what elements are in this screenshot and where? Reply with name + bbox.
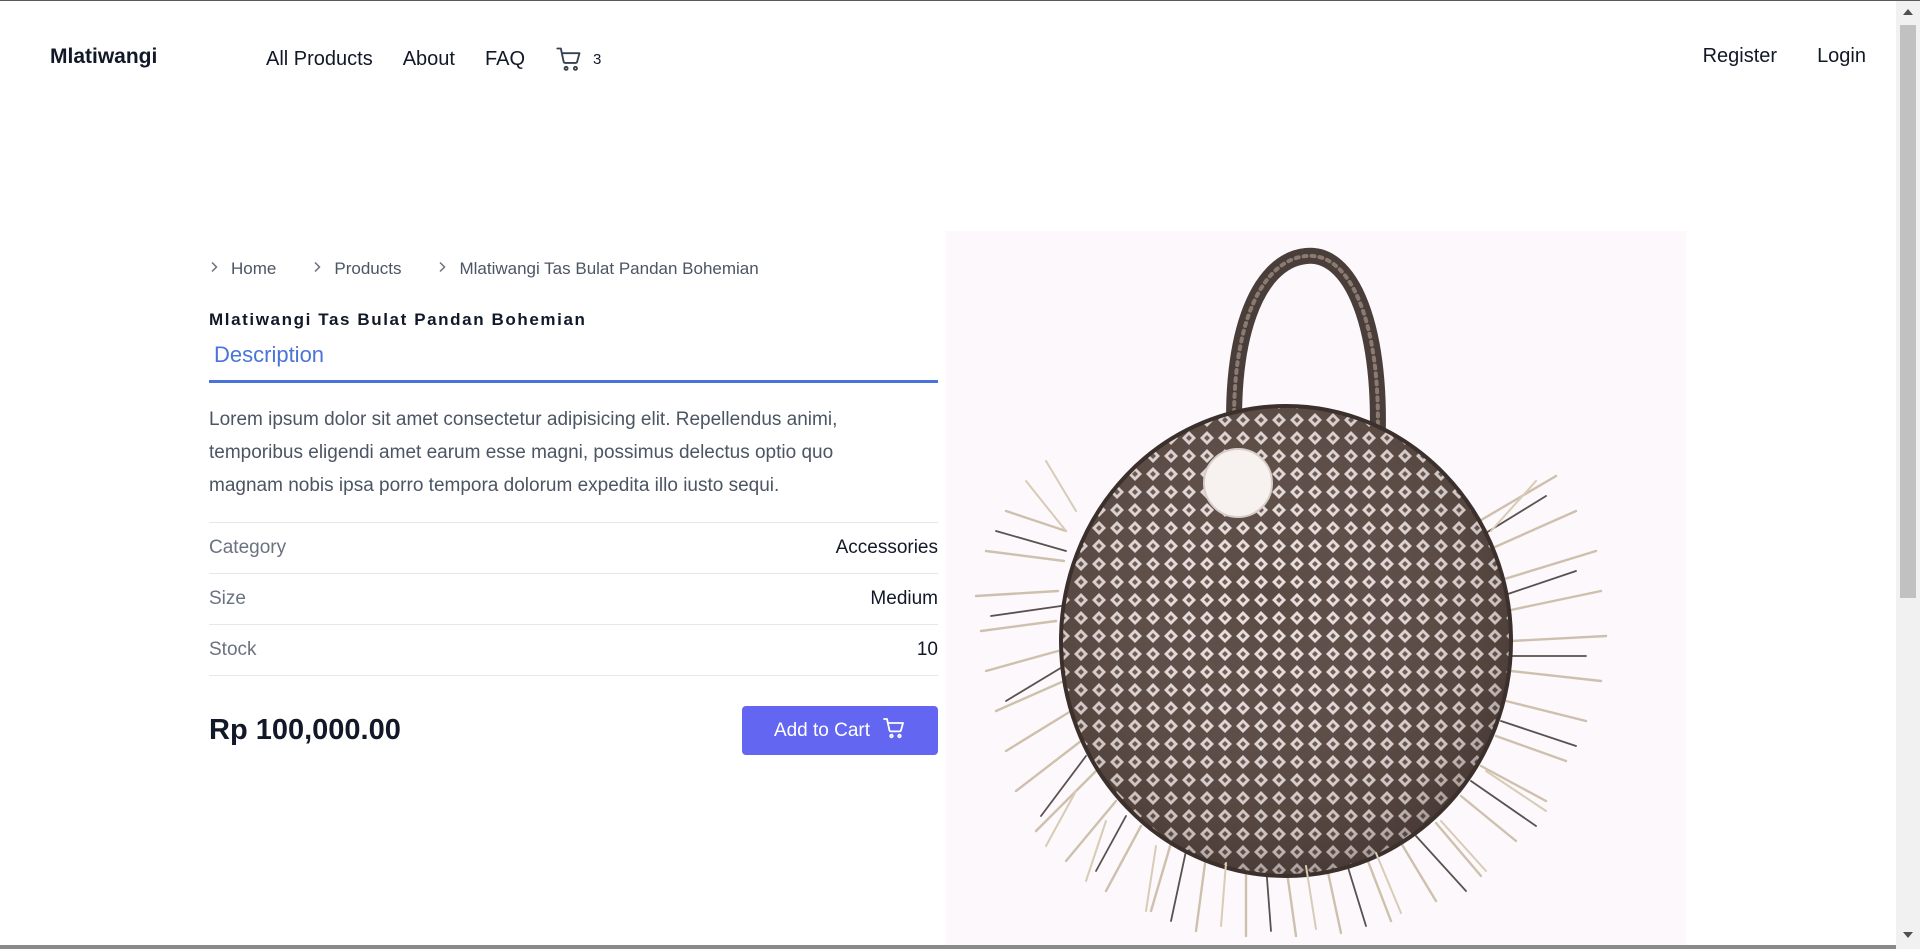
nav-cart[interactable]: 3	[555, 45, 601, 73]
breadcrumb-products[interactable]: Products	[334, 259, 401, 279]
product-description: Lorem ipsum dolor sit amet consectetur a…	[209, 409, 838, 496]
spec-label: Stock	[209, 639, 257, 660]
login-link[interactable]: Login	[1817, 45, 1866, 68]
spec-table: Category Accessories Size Medium Stock 1…	[209, 522, 938, 676]
spec-value: Medium	[870, 588, 938, 609]
scroll-up-arrow-icon[interactable]	[1903, 9, 1913, 15]
cart-count-badge: 3	[593, 50, 602, 68]
woven-round-bag-image	[974, 247, 1608, 938]
product-details: Home Products Mlatiwangi Tas Bulat Panda…	[209, 259, 938, 755]
nav-faq[interactable]: FAQ	[485, 48, 525, 71]
vertical-scrollbar[interactable]	[1896, 1, 1920, 949]
add-to-cart-button[interactable]: Add to Cart	[742, 706, 938, 755]
chevron-right-icon	[312, 261, 322, 277]
chevron-right-icon	[209, 261, 219, 277]
breadcrumb-current: Mlatiwangi Tas Bulat Pandan Bohemian	[459, 259, 759, 278]
product-title: Mlatiwangi Tas Bulat Pandan Bohemian	[209, 310, 587, 329]
scroll-down-arrow-icon[interactable]	[1903, 932, 1913, 938]
tab-description[interactable]: Description	[214, 342, 324, 367]
product-image	[946, 231, 1686, 949]
nav-all-products[interactable]: All Products	[266, 48, 373, 71]
spec-row-size: Size Medium	[209, 574, 938, 625]
brand-logo[interactable]: Mlatiwangi	[50, 45, 157, 69]
chevron-right-icon	[437, 261, 447, 277]
cart-icon	[555, 45, 583, 73]
nav-about[interactable]: About	[403, 48, 455, 71]
add-to-cart-label: Add to Cart	[773, 719, 871, 741]
main-nav: All Products About FAQ 3	[266, 45, 601, 73]
horizontal-scrollbar[interactable]	[0, 945, 1896, 949]
breadcrumb: Home Products Mlatiwangi Tas Bulat Panda…	[209, 259, 938, 279]
breadcrumb-home[interactable]: Home	[231, 259, 276, 279]
page: Mlatiwangi All Products About FAQ 3 Regi…	[0, 0, 1920, 949]
spec-label: Category	[209, 537, 287, 558]
register-link[interactable]: Register	[1703, 45, 1777, 68]
spec-value: Accessories	[835, 537, 938, 558]
spec-value: 10	[916, 639, 938, 660]
auth-links: Register Login	[1703, 45, 1866, 68]
spec-row-stock: Stock 10	[209, 625, 938, 676]
cart-icon	[882, 716, 906, 746]
tab-bar: Description	[209, 342, 938, 383]
spec-row-category: Category Accessories	[209, 523, 938, 574]
product-price: Rp 100,000.00	[209, 714, 401, 746]
purchase-row: Rp 100,000.00 Add to Cart	[209, 706, 938, 755]
site-header: Mlatiwangi All Products About FAQ 3 Regi…	[0, 1, 1896, 119]
spec-label: Size	[209, 588, 246, 609]
scrollbar-thumb[interactable]	[1900, 25, 1916, 598]
